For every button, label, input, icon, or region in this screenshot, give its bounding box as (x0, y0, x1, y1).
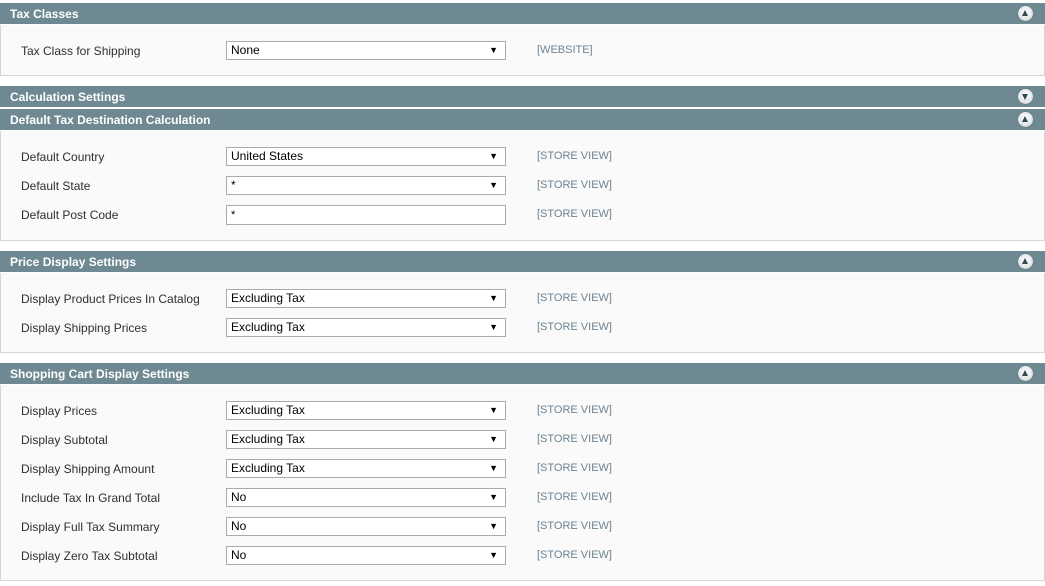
select-value: None (231, 43, 260, 57)
field-row: Default Country United States ▼ [STORE VI… (1, 147, 1044, 167)
display-zero-tax-subtotal-select[interactable]: No ▼ (226, 546, 506, 565)
dropdown-arrow-icon: ▼ (489, 492, 498, 502)
default-state-select[interactable]: * ▼ (226, 176, 506, 195)
dropdown-arrow-icon: ▼ (489, 550, 498, 560)
section-header-default-tax-destination[interactable]: Default Tax Destination Calculation (0, 109, 1045, 131)
section-body-price-display: Display Product Prices In Catalog Exclud… (0, 273, 1045, 353)
scope-label: [STORE VIEW] (537, 549, 612, 561)
section-title: Shopping Cart Display Settings (10, 367, 190, 381)
scope-label: [STORE VIEW] (537, 520, 612, 532)
collapse-icon[interactable] (1018, 254, 1033, 269)
section-title: Calculation Settings (10, 90, 126, 104)
field-label: Display Prices (21, 404, 98, 418)
collapse-icon[interactable] (1018, 6, 1033, 21)
select-value: Excluding Tax (231, 320, 305, 334)
scope-label: [STORE VIEW] (537, 208, 612, 220)
dropdown-arrow-icon: ▼ (489, 45, 498, 55)
dropdown-arrow-icon: ▼ (489, 521, 498, 531)
field-row: Display Product Prices In Catalog Exclud… (1, 289, 1044, 309)
scope-label: [STORE VIEW] (537, 491, 612, 503)
field-label: Display Subtotal (21, 433, 108, 447)
cart-display-subtotal-select[interactable]: Excluding Tax ▼ (226, 430, 506, 449)
display-shipping-prices-select[interactable]: Excluding Tax ▼ (226, 318, 506, 337)
scope-label: [STORE VIEW] (537, 150, 612, 162)
field-label: Tax Class for Shipping (21, 44, 141, 58)
scope-label: [STORE VIEW] (537, 433, 612, 445)
field-label: Default Post Code (21, 208, 119, 222)
section-header-shopping-cart-display[interactable]: Shopping Cart Display Settings (0, 363, 1045, 385)
field-row: Default State * ▼ [STORE VIEW] (1, 176, 1044, 196)
field-row: Tax Class for Shipping None ▼ [WEBSITE] (1, 41, 1044, 61)
collapse-icon[interactable] (1018, 112, 1033, 127)
section-header-tax-classes[interactable]: Tax Classes (0, 3, 1045, 25)
dropdown-arrow-icon: ▼ (489, 463, 498, 473)
field-row: Display Shipping Prices Excluding Tax ▼ [… (1, 318, 1044, 338)
field-row: Display Full Tax Summary No ▼ [STORE VIEW… (1, 517, 1044, 537)
field-row: Default Post Code * [STORE VIEW] (1, 205, 1044, 225)
field-label: Display Shipping Prices (21, 321, 148, 335)
section-header-calculation-settings[interactable]: Calculation Settings (0, 86, 1045, 108)
select-value: No (231, 519, 247, 533)
select-value: Excluding Tax (231, 461, 305, 475)
scope-label: [STORE VIEW] (537, 462, 612, 474)
field-label: Display Shipping Amount (21, 462, 155, 476)
default-post-code-input[interactable]: * (226, 205, 506, 225)
scope-label: [STORE VIEW] (537, 321, 612, 333)
select-value: Excluding Tax (231, 291, 305, 305)
select-value: No (231, 548, 247, 562)
display-product-prices-select[interactable]: Excluding Tax ▼ (226, 289, 506, 308)
section-title: Tax Classes (10, 7, 79, 21)
field-label: Display Zero Tax Subtotal (21, 549, 158, 563)
field-row: Display Subtotal Excluding Tax ▼ [STORE V… (1, 430, 1044, 450)
dropdown-arrow-icon: ▼ (489, 434, 498, 444)
default-country-select[interactable]: United States ▼ (226, 147, 506, 166)
select-value: * (231, 178, 236, 192)
cart-display-prices-select[interactable]: Excluding Tax ▼ (226, 401, 506, 420)
cart-display-shipping-amount-select[interactable]: Excluding Tax ▼ (226, 459, 506, 478)
section-title: Price Display Settings (10, 255, 137, 269)
field-label: Default Country (21, 150, 105, 164)
field-row: Display Prices Excluding Tax ▼ [STORE VIE… (1, 401, 1044, 421)
dropdown-arrow-icon: ▼ (489, 322, 498, 332)
section-title: Default Tax Destination Calculation (10, 113, 211, 127)
section-body-default-tax-destination: Default Country United States ▼ [STORE VI… (0, 131, 1045, 241)
select-value: United States (231, 149, 304, 163)
scope-label: [STORE VIEW] (537, 292, 612, 304)
expand-icon[interactable] (1018, 89, 1033, 104)
field-label: Display Full Tax Summary (21, 520, 160, 534)
select-value: No (231, 490, 247, 504)
section-header-price-display[interactable]: Price Display Settings (0, 251, 1045, 273)
display-full-tax-summary-select[interactable]: No ▼ (226, 517, 506, 536)
scope-label: [STORE VIEW] (537, 404, 612, 416)
tax-class-shipping-select[interactable]: None ▼ (226, 41, 506, 60)
include-tax-grand-total-select[interactable]: No ▼ (226, 488, 506, 507)
field-label: Display Product Prices In Catalog (21, 292, 200, 306)
dropdown-arrow-icon: ▼ (489, 293, 498, 303)
select-value: Excluding Tax (231, 432, 305, 446)
field-row: Display Zero Tax Subtotal No ▼ [STORE VIE… (1, 546, 1044, 566)
section-body-tax-classes: Tax Class for Shipping None ▼ [WEBSITE] (0, 25, 1045, 76)
dropdown-arrow-icon: ▼ (489, 405, 498, 415)
field-row: Display Shipping Amount Excluding Tax ▼ [… (1, 459, 1044, 479)
dropdown-arrow-icon: ▼ (489, 180, 498, 190)
field-label: Default State (21, 179, 91, 193)
scope-label: [WEBSITE] (537, 44, 593, 56)
field-row: Include Tax In Grand Total No ▼ [STORE VI… (1, 488, 1044, 508)
select-value: Excluding Tax (231, 403, 305, 417)
dropdown-arrow-icon: ▼ (489, 151, 498, 161)
collapse-icon[interactable] (1018, 366, 1033, 381)
scope-label: [STORE VIEW] (537, 179, 612, 191)
field-label: Include Tax In Grand Total (21, 491, 160, 505)
section-body-shopping-cart-display: Display Prices Excluding Tax ▼ [STORE VIE… (0, 385, 1045, 581)
